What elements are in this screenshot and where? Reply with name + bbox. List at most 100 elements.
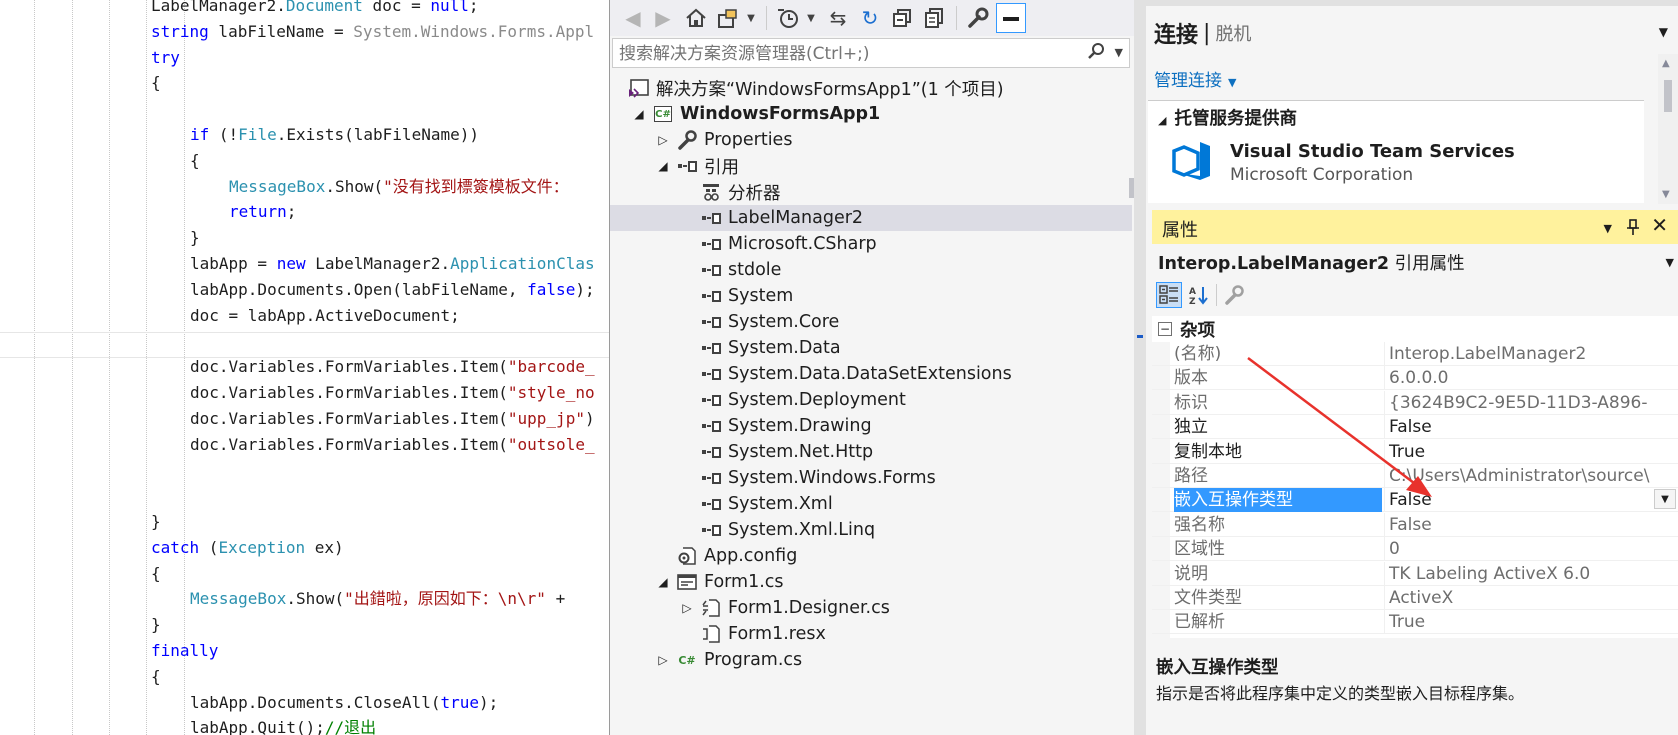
- expanded-triangle-icon[interactable]: ◢: [656, 159, 670, 173]
- pin-icon[interactable]: [1626, 218, 1640, 240]
- code-line[interactable]: catch (Exception ex): [151, 535, 344, 561]
- tree-item[interactable]: ▷ C# Program.cs: [610, 647, 1132, 673]
- property-row[interactable]: 已解析 True: [1152, 610, 1678, 635]
- tree-item[interactable]: Microsoft.CSharp: [610, 231, 1132, 257]
- home-icon[interactable]: [682, 3, 710, 33]
- collapsed-triangle-icon[interactable]: ▷: [680, 601, 694, 615]
- property-row[interactable]: 文件类型 ActiveX: [1152, 586, 1678, 610]
- property-value[interactable]: False: [1384, 488, 1678, 513]
- chevron-down-icon[interactable]: ▼: [1666, 256, 1674, 269]
- collapse-icon[interactable]: −: [1158, 322, 1172, 336]
- code-line[interactable]: doc.Variables.FormVariables.Item("outsol…: [190, 432, 595, 458]
- tree-item[interactable]: ◢ 引用: [610, 153, 1132, 179]
- switch-views-icon[interactable]: [714, 3, 742, 33]
- code-line[interactable]: labApp.Quit();//退出: [190, 715, 376, 735]
- code-line[interactable]: doc.Variables.FormVariables.Item("barcod…: [190, 354, 595, 380]
- tree-item[interactable]: ◢ Form1.cs: [610, 569, 1132, 595]
- property-value[interactable]: True: [1384, 439, 1678, 464]
- code-line[interactable]: }: [190, 225, 200, 251]
- provider-section-header[interactable]: ◢ 托管服务提供商: [1158, 105, 1297, 130]
- property-pages-wrench-icon[interactable]: [1221, 282, 1247, 308]
- tree-item[interactable]: System.Xml.Linq: [610, 517, 1132, 543]
- team-title[interactable]: 连接: [1154, 17, 1198, 49]
- alphabetical-sort-icon[interactable]: AZ: [1186, 282, 1212, 308]
- show-all-files-icon[interactable]: [920, 3, 948, 33]
- refresh-icon[interactable]: ↻: [856, 3, 884, 33]
- properties-wrench-icon[interactable]: [964, 3, 992, 33]
- tree-item[interactable]: 分析器: [610, 179, 1132, 205]
- code-line[interactable]: }: [151, 612, 161, 638]
- tree-item[interactable]: LabelManager2: [610, 205, 1132, 231]
- property-row[interactable]: 强名称 False: [1152, 512, 1678, 537]
- tree-item[interactable]: System.Xml: [610, 491, 1132, 517]
- forward-icon[interactable]: ▶: [650, 3, 676, 33]
- code-editor[interactable]: LabelManager2.Document doc = null; string…: [0, 0, 610, 735]
- value-dropdown-icon[interactable]: ▼: [1654, 489, 1676, 510]
- code-line[interactable]: }: [151, 509, 161, 535]
- tree-item[interactable]: System: [610, 283, 1132, 309]
- code-line[interactable]: try: [151, 45, 180, 71]
- close-icon[interactable]: ✕: [1651, 213, 1668, 237]
- code-line[interactable]: doc.Variables.FormVariables.Item("upp_jp…: [190, 406, 595, 432]
- tree-item[interactable]: App.config: [610, 543, 1132, 569]
- tree-item[interactable]: ▷ Form1.Designer.cs: [610, 595, 1132, 621]
- code-line[interactable]: finally: [151, 638, 218, 664]
- property-row[interactable]: 路径 C:\Users\Administrator\source\: [1152, 464, 1678, 488]
- manage-connections-link[interactable]: 管理连接 ▼: [1154, 66, 1236, 91]
- tree-item[interactable]: System.Net.Http: [610, 439, 1132, 465]
- code-line[interactable]: {: [151, 70, 161, 96]
- team-scrollbar[interactable]: ▲ ▼: [1658, 54, 1678, 204]
- collapsed-triangle-icon[interactable]: ▷: [656, 653, 670, 667]
- collapsed-triangle-icon[interactable]: ▷: [656, 133, 670, 147]
- property-row[interactable]: 嵌入互操作类型 False ▼: [1152, 488, 1678, 513]
- window-menu-icon[interactable]: ▼: [1604, 222, 1612, 235]
- tree-item[interactable]: System.Windows.Forms: [610, 465, 1132, 491]
- back-icon[interactable]: ◀: [620, 3, 646, 33]
- provider-name[interactable]: Visual Studio Team Services: [1230, 141, 1515, 162]
- code-line[interactable]: LabelManager2.Document doc = null;: [151, 0, 479, 19]
- properties-object-selector[interactable]: Interop.LabelManager2 引用属性: [1158, 250, 1465, 275]
- code-line[interactable]: {: [151, 561, 161, 587]
- panel-splitter[interactable]: [1134, 0, 1146, 735]
- tree-item[interactable]: Form1.resx: [610, 621, 1132, 647]
- pending-changes-icon[interactable]: [774, 3, 802, 33]
- search-icon[interactable]: [1087, 42, 1105, 65]
- property-row[interactable]: 说明 TK Labeling ActiveX 6.0: [1152, 561, 1678, 586]
- tree-item[interactable]: System.Drawing: [610, 413, 1132, 439]
- sync-icon[interactable]: ⇆: [824, 3, 852, 33]
- property-value[interactable]: False: [1384, 415, 1678, 440]
- expanded-triangle-icon[interactable]: ◢: [632, 107, 646, 121]
- code-line[interactable]: doc = labApp.ActiveDocument;: [190, 303, 460, 329]
- property-row[interactable]: 版本 6.0.0.0: [1152, 366, 1678, 391]
- tree-item[interactable]: System.Core: [610, 309, 1132, 335]
- code-line[interactable]: MessageBox.Show("没有找到標簽模板文件：: [229, 174, 569, 200]
- scroll-down-icon[interactable]: ▼: [1662, 189, 1670, 200]
- code-line[interactable]: if (!File.Exists(labFileName)): [190, 122, 479, 148]
- chevron-down-icon[interactable]: ▼: [1659, 25, 1668, 39]
- code-line[interactable]: labApp = new LabelManager2.ApplicationCl…: [190, 251, 595, 277]
- categorized-icon[interactable]: [1156, 282, 1182, 308]
- property-row[interactable]: 标识 {3624B9C2-9E5D-11D3-A896-: [1152, 390, 1678, 415]
- tree-item[interactable]: stdole: [610, 257, 1132, 283]
- preview-icon[interactable]: [996, 3, 1026, 33]
- property-row[interactable]: 独立 False: [1152, 415, 1678, 440]
- tree-item[interactable]: System.Data: [610, 335, 1132, 361]
- code-line[interactable]: {: [190, 148, 200, 174]
- property-row[interactable]: (名称) Interop.LabelManager2: [1152, 342, 1678, 366]
- expanded-triangle-icon[interactable]: ◢: [656, 575, 670, 589]
- solution-search-box[interactable]: ▼: [612, 38, 1130, 68]
- scrollbar-thumb[interactable]: [1664, 80, 1672, 112]
- code-line[interactable]: return;: [229, 199, 296, 225]
- tree-item[interactable]: ▷ Properties: [610, 127, 1132, 153]
- code-line[interactable]: MessageBox.Show("出錯啦，原因如下：\n\r" +: [190, 586, 565, 612]
- code-line[interactable]: string labFileName = System.Windows.Form…: [151, 19, 594, 45]
- property-row[interactable]: 复制本地 True: [1152, 439, 1678, 464]
- code-line[interactable]: {: [151, 664, 161, 690]
- dropdown-icon[interactable]: ▼: [804, 3, 818, 33]
- code-line[interactable]: doc.Variables.FormVariables.Item("style_…: [190, 380, 595, 406]
- collapse-all-icon[interactable]: [888, 3, 916, 33]
- solution-search-input[interactable]: [617, 41, 1081, 67]
- tree-item[interactable]: System.Data.DataSetExtensions: [610, 361, 1132, 387]
- code-line[interactable]: labApp.Documents.Open(labFileName, false…: [190, 277, 595, 303]
- tree-item[interactable]: System.Deployment: [610, 387, 1132, 413]
